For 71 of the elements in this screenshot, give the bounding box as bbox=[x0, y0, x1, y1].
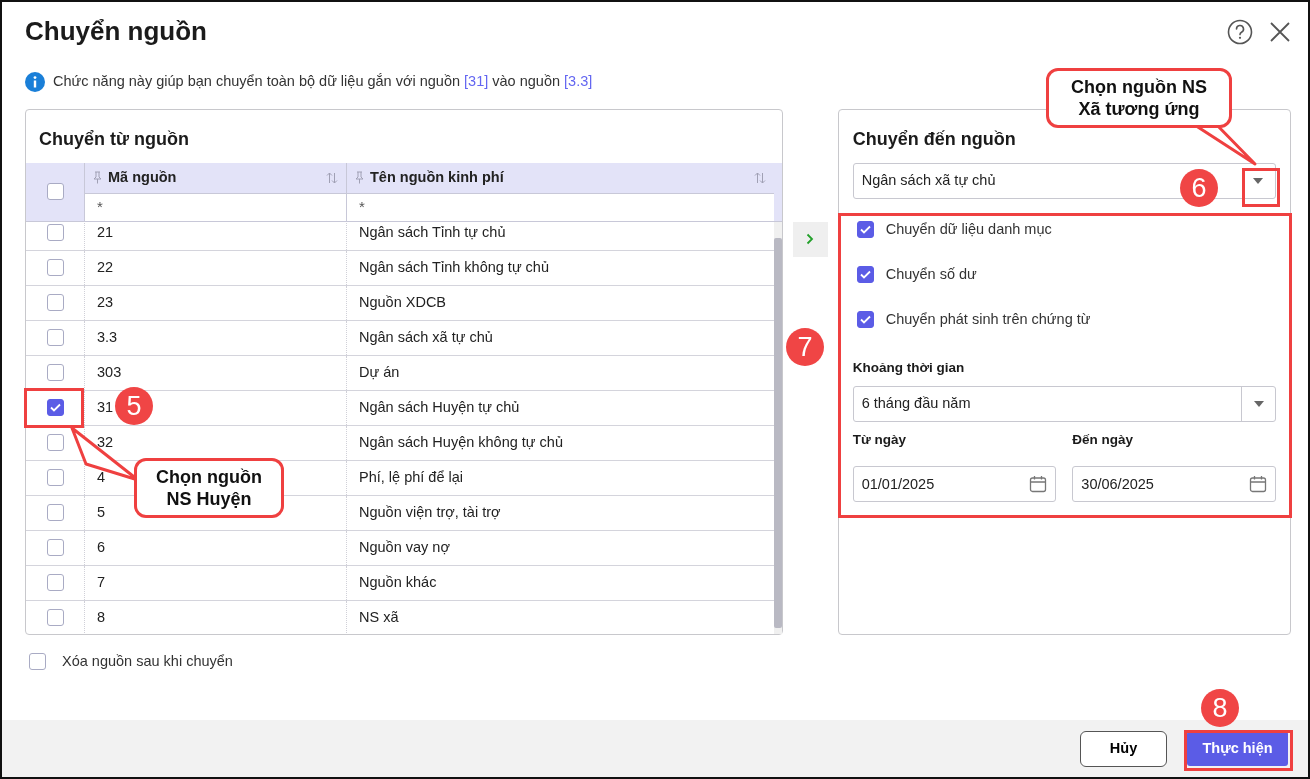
column-header[interactable]: Tên nguồn kinh phí bbox=[370, 167, 748, 189]
table-cell: 6 bbox=[84, 530, 346, 565]
submit-button[interactable]: Thực hiện bbox=[1187, 731, 1288, 766]
scrollbar-thumb[interactable] bbox=[774, 237, 782, 628]
link[interactable]: [3.3] bbox=[564, 73, 593, 90]
checkbox[interactable] bbox=[46, 329, 64, 347]
check-icon bbox=[49, 403, 61, 413]
dropdown-value: Ngân sách xã tự chủ bbox=[860, 171, 996, 191]
step-number: 7 bbox=[786, 328, 824, 366]
checkbox[interactable] bbox=[46, 504, 64, 522]
calendar-icon[interactable] bbox=[1029, 475, 1048, 494]
sort-icon[interactable] bbox=[754, 171, 766, 184]
checkbox[interactable] bbox=[46, 609, 64, 627]
table-cell: 8 bbox=[84, 600, 346, 634]
chevron-right-icon bbox=[806, 233, 815, 246]
column-header[interactable]: Mã nguồn bbox=[108, 167, 320, 189]
callout-note: Chọn nguồn NS Huyện bbox=[134, 458, 284, 518]
move-button[interactable] bbox=[792, 221, 828, 257]
link[interactable]: [31] bbox=[464, 73, 489, 90]
checkbox-label[interactable]: Chuyển dữ liệu danh mục bbox=[885, 218, 1052, 241]
date-field[interactable]: 01/01/2025 bbox=[852, 466, 1057, 503]
table-cell: 23 bbox=[84, 285, 346, 320]
check-icon bbox=[859, 269, 871, 279]
panel-title: Chuyển đến nguồn bbox=[852, 127, 1016, 151]
date-field[interactable]: 30/06/2025 bbox=[1072, 466, 1276, 503]
period-dropdown[interactable]: 6 tháng đầu năm bbox=[852, 386, 1276, 423]
field-label: Từ ngày bbox=[852, 431, 907, 450]
caret-icon bbox=[1253, 177, 1263, 184]
field-label: Đến ngày bbox=[1072, 431, 1135, 450]
info-message: Chức năng này giúp bạn chuyển toàn bộ dữ liệu gắn với nguồn [31] vào nguồn [3.3] bbox=[53, 72, 593, 92]
table-cell: 3.3 bbox=[84, 320, 346, 355]
table-cell: 7 bbox=[84, 565, 346, 600]
help-icon[interactable] bbox=[1227, 18, 1253, 45]
highlight-frame bbox=[24, 388, 84, 428]
field-label: Khoảng thời gian bbox=[852, 358, 966, 377]
checkbox-label[interactable]: Xóa nguồn sau khi chuyển bbox=[62, 650, 233, 673]
checkbox[interactable] bbox=[46, 224, 64, 242]
checkbox[interactable] bbox=[46, 574, 64, 592]
dropdown-value: 6 tháng đầu năm bbox=[860, 394, 971, 414]
filter-field[interactable]: * bbox=[359, 196, 365, 219]
checkbox[interactable] bbox=[856, 220, 874, 238]
checkbox[interactable] bbox=[46, 434, 64, 452]
sort-icon[interactable] bbox=[326, 171, 338, 184]
check-icon bbox=[859, 314, 871, 324]
filter-field[interactable]: * bbox=[97, 196, 103, 219]
cancel-button[interactable]: Hủy bbox=[1080, 730, 1167, 767]
checkbox[interactable] bbox=[46, 469, 64, 487]
checkbox[interactable] bbox=[46, 183, 64, 201]
checkbox[interactable] bbox=[46, 399, 64, 417]
checkbox[interactable] bbox=[856, 310, 874, 328]
info-icon bbox=[25, 72, 45, 93]
table-cell: 21 bbox=[84, 221, 346, 250]
pin-icon[interactable] bbox=[355, 171, 364, 185]
checkbox[interactable] bbox=[29, 653, 46, 671]
panel-title: Chuyển từ nguồn bbox=[39, 127, 189, 151]
checkbox[interactable] bbox=[46, 294, 64, 312]
highlight-frame bbox=[1242, 168, 1280, 207]
checkbox[interactable] bbox=[856, 265, 874, 283]
step-number: 8 bbox=[1201, 689, 1239, 727]
calendar-icon[interactable] bbox=[1249, 475, 1267, 494]
checkbox-label[interactable]: Chuyển số dư bbox=[885, 263, 977, 286]
checkbox[interactable] bbox=[46, 364, 64, 382]
checkbox[interactable] bbox=[46, 539, 64, 557]
caret-icon bbox=[1253, 401, 1264, 408]
check-icon bbox=[859, 224, 871, 234]
close-icon[interactable] bbox=[1269, 20, 1291, 43]
checkbox-label[interactable]: Chuyển phát sinh trên chứng từ bbox=[885, 308, 1091, 331]
dialog-title: Chuyển nguồn bbox=[25, 16, 207, 48]
checkbox[interactable] bbox=[46, 259, 64, 277]
table-cell: 22 bbox=[84, 250, 346, 285]
pin-icon[interactable] bbox=[93, 171, 102, 185]
